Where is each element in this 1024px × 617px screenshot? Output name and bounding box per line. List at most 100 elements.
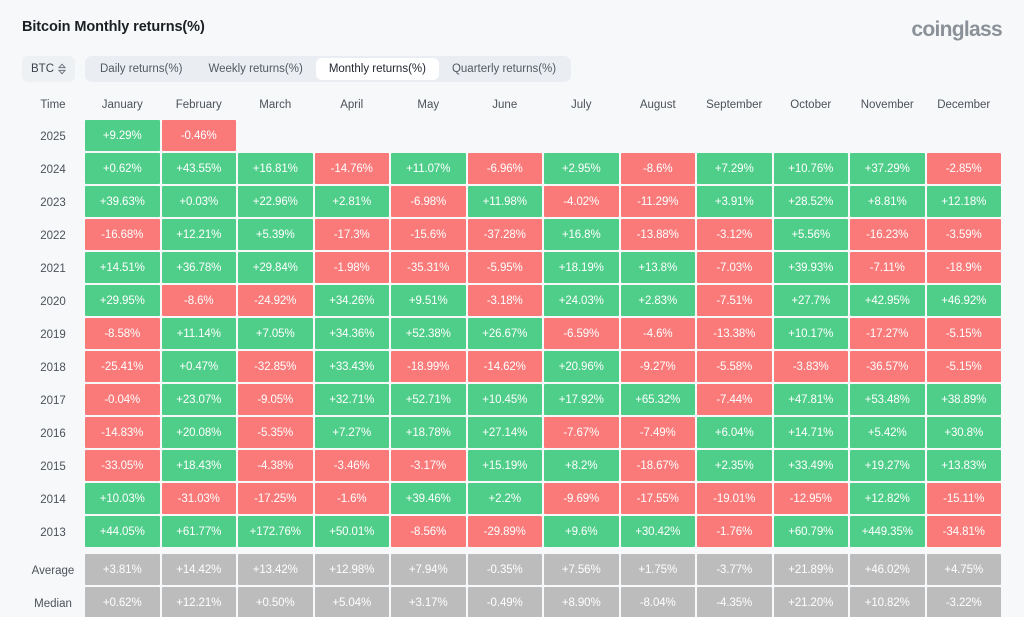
return-cell: +50.01% xyxy=(314,516,389,547)
return-cell: -3.17% xyxy=(391,450,466,481)
table-row: Median +0.62% +12.21% +0.50% +5.04% +3.17% -0.… xyxy=(22,587,1002,617)
return-cell: +17.92% xyxy=(544,384,619,415)
tab-weekly-returns[interactable]: Weekly returns(%) xyxy=(195,58,315,80)
cell-wrapper: +13.8% xyxy=(620,252,697,285)
return-cell: -17.25% xyxy=(238,483,313,514)
cell-wrapper: -8.6% xyxy=(620,153,697,186)
cell-wrapper: +22.96% xyxy=(237,186,314,219)
return-cell: -17.3% xyxy=(314,219,389,250)
cell-wrapper: +52.38% xyxy=(390,318,467,351)
cell-wrapper: +33.49% xyxy=(773,450,850,483)
return-cell: +27.14% xyxy=(467,417,542,448)
tab-daily-returns[interactable]: Daily returns(%) xyxy=(87,58,195,80)
cell-wrapper: +11.07% xyxy=(390,153,467,186)
cell-wrapper: -3.17% xyxy=(390,450,467,483)
cell-wrapper: +32.71% xyxy=(314,384,391,417)
cell-wrapper: -17.55% xyxy=(620,483,697,516)
cell-wrapper: -0.04% xyxy=(84,384,161,417)
return-cell: +5.39% xyxy=(238,219,313,250)
return-cell: -11.29% xyxy=(620,186,695,217)
return-cell: +16.81% xyxy=(238,153,313,184)
cell-wrapper: -17.25% xyxy=(237,483,314,516)
return-cell: +7.27% xyxy=(314,417,389,448)
row-label-2024: 2024 xyxy=(40,163,66,176)
cell-wrapper: +13.42% xyxy=(237,554,314,587)
returns-table: Time January February March April May June July… xyxy=(22,92,1002,617)
cell-wrapper: -2.85% xyxy=(926,153,1003,186)
cell-wrapper: +5.39% xyxy=(237,219,314,252)
symbol-selector[interactable]: BTC xyxy=(22,56,75,82)
return-cell: -29.89% xyxy=(467,516,542,547)
return-cell: +9.29% xyxy=(85,120,160,151)
cell-wrapper: +12.21% xyxy=(161,219,238,252)
cell-wrapper: -11.29% xyxy=(620,186,697,219)
cell-wrapper: +30.42% xyxy=(620,516,697,549)
return-cell: +8.2% xyxy=(544,450,619,481)
return-cell: +60.79% xyxy=(773,516,848,547)
return-cell: +36.78% xyxy=(161,252,236,283)
cell-wrapper: -14.83% xyxy=(84,417,161,450)
column-header-january: January xyxy=(101,99,143,111)
row-label-average: Average xyxy=(31,564,75,577)
cell-wrapper: -0.35% xyxy=(467,554,544,587)
cell-wrapper: +26.67% xyxy=(467,318,544,351)
cell-wrapper: +52.71% xyxy=(390,384,467,417)
return-cell: +21.20% xyxy=(773,587,848,617)
return-cell: +14.51% xyxy=(85,252,160,283)
cell-wrapper: +449.35% xyxy=(849,516,926,549)
cell-wrapper: -7.49% xyxy=(620,417,697,450)
return-cell: -7.49% xyxy=(620,417,695,448)
cell-wrapper: -16.68% xyxy=(84,219,161,252)
return-cell: +3.81% xyxy=(85,554,160,585)
cell-wrapper: +12.98% xyxy=(314,554,391,587)
return-cell xyxy=(774,120,849,151)
return-cell: +19.27% xyxy=(850,450,925,481)
tab-monthly-returns[interactable]: Monthly returns(%) xyxy=(315,58,439,80)
return-cell: +29.95% xyxy=(85,285,160,316)
return-cell: +34.36% xyxy=(314,318,389,349)
return-cell: -3.59% xyxy=(926,219,1001,250)
return-cell: -8.56% xyxy=(391,516,466,547)
cell-wrapper: +50.01% xyxy=(314,516,391,549)
return-cell: +7.29% xyxy=(697,153,772,184)
page-title: Bitcoin Monthly returns(%) xyxy=(22,19,205,35)
column-header-february: February xyxy=(175,99,222,111)
column-header-july: July xyxy=(571,99,592,111)
cell-wrapper: +4.75% xyxy=(926,554,1003,587)
return-cell: +47.81% xyxy=(773,384,848,415)
return-cell: -0.49% xyxy=(467,587,542,617)
return-cell: +24.03% xyxy=(544,285,619,316)
cell-wrapper: +5.42% xyxy=(849,417,926,450)
return-cell: -37.28% xyxy=(467,219,542,250)
cell-wrapper: -29.89% xyxy=(467,516,544,549)
cell-wrapper: -32.85% xyxy=(237,351,314,384)
return-cell: +10.03% xyxy=(85,483,160,514)
cell-wrapper: +2.83% xyxy=(620,285,697,318)
page-header: Bitcoin Monthly returns(%) coinglass xyxy=(22,18,1003,48)
cell-wrapper: +8.90% xyxy=(543,587,620,617)
return-cell: -3.83% xyxy=(773,351,848,382)
cell-wrapper: -14.62% xyxy=(467,351,544,384)
return-cell: -17.27% xyxy=(850,318,925,349)
tab-quarterly-returns[interactable]: Quarterly returns(%) xyxy=(439,58,569,80)
cell-wrapper: +0.62% xyxy=(84,587,161,617)
cell-wrapper: +10.76% xyxy=(773,153,850,186)
return-cell: +30.42% xyxy=(620,516,695,547)
cell-wrapper: +29.95% xyxy=(84,285,161,318)
cell-wrapper: +14.42% xyxy=(161,554,238,587)
table-row: 2021 +14.51% +36.78% +29.84% -1.98% -35.31% -5… xyxy=(22,252,1002,285)
cell-wrapper: +19.27% xyxy=(849,450,926,483)
return-cell: +26.67% xyxy=(467,318,542,349)
return-cell: -5.35% xyxy=(238,417,313,448)
column-header-august: August xyxy=(639,99,676,111)
return-cell: -35.31% xyxy=(391,252,466,283)
table-row: 2016 -14.83% +20.08% -5.35% +7.27% +18.78% +27… xyxy=(22,417,1002,450)
return-cell: +33.49% xyxy=(773,450,848,481)
return-cell: -15.11% xyxy=(926,483,1001,514)
return-cell: +39.63% xyxy=(85,186,160,217)
return-cell: +5.56% xyxy=(773,219,848,250)
return-cell: -17.55% xyxy=(620,483,695,514)
table-row: 2023 +39.63% +0.03% +22.96% +2.81% -6.98% +11.… xyxy=(22,186,1002,219)
table-row: 2018 -25.41% +0.47% -32.85% +33.43% -18.99% -1… xyxy=(22,351,1002,384)
cell-wrapper: +23.07% xyxy=(161,384,238,417)
